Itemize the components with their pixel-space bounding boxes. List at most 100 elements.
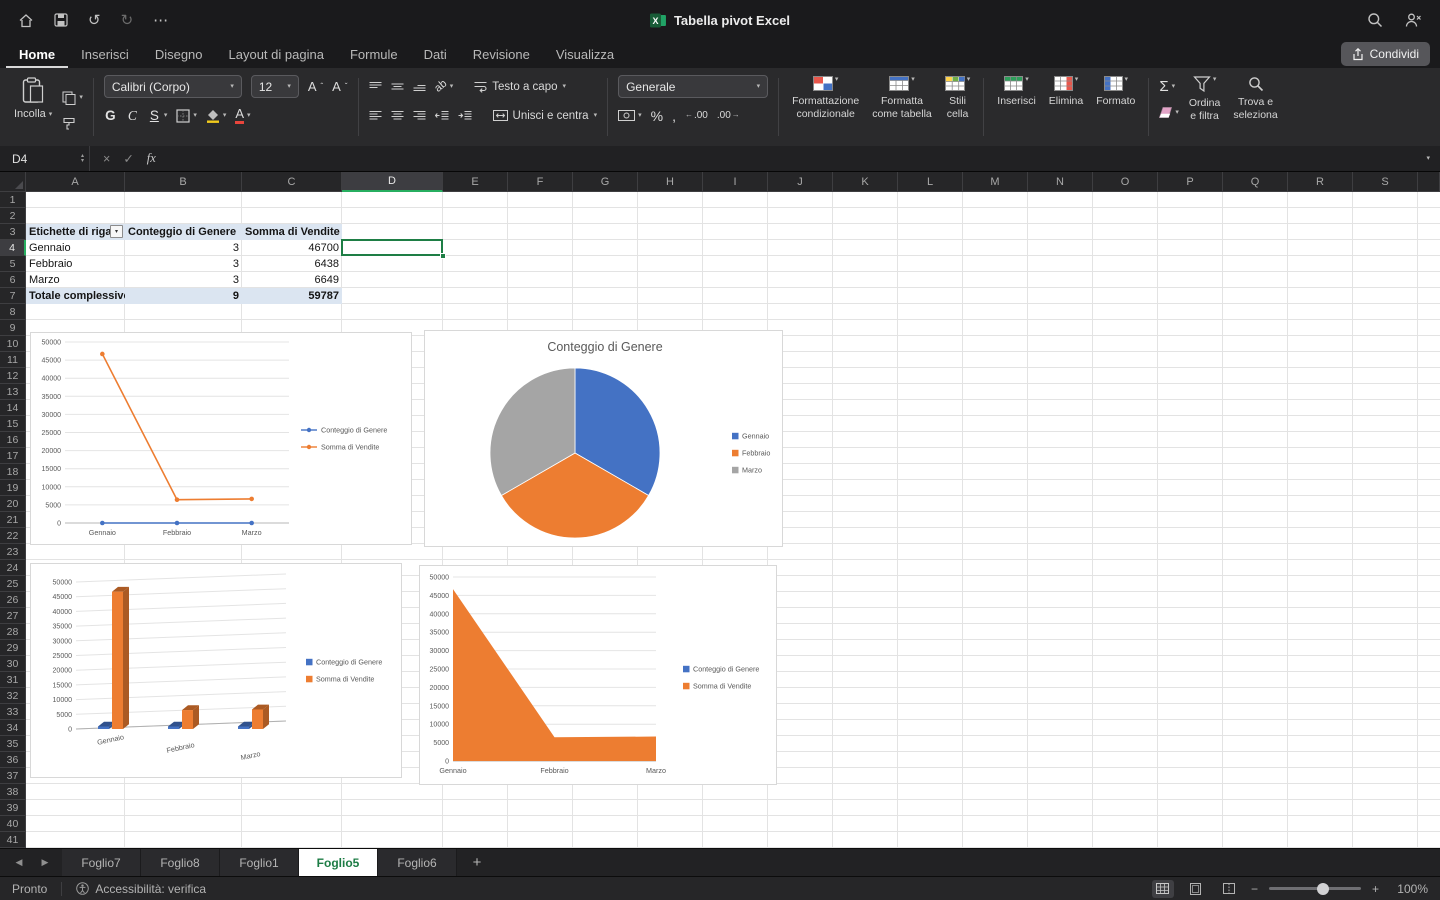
pivot-cell-sum[interactable]: 6438 — [242, 256, 342, 272]
tab-layout-di-pagina[interactable]: Layout di pagina — [216, 40, 337, 68]
chart-pie[interactable]: Conteggio di GenereGennaioFebbraioMarzo — [424, 330, 783, 547]
align-top-button[interactable] — [369, 81, 382, 92]
cell-styles-button[interactable]: ▾ Stilicella — [942, 75, 974, 121]
confirm-formula-button[interactable]: ✓ — [123, 151, 133, 166]
row-header-17[interactable]: 17 — [0, 448, 26, 464]
add-sheet-button[interactable]: + — [457, 849, 497, 876]
column-header-n[interactable]: N — [1028, 172, 1093, 192]
align-right-button[interactable] — [413, 110, 426, 121]
row-header-8[interactable]: 8 — [0, 304, 26, 320]
row-header-40[interactable]: 40 — [0, 816, 26, 832]
tab-visualizza[interactable]: Visualizza — [543, 40, 627, 68]
sheet-tab-foglio5[interactable]: Foglio5 — [299, 849, 378, 876]
row-header-2[interactable]: 2 — [0, 208, 26, 224]
pivot-total-count[interactable]: 9 — [125, 288, 242, 304]
increase-decimal-button[interactable]: ←.00 — [685, 110, 708, 121]
row-header-29[interactable]: 29 — [0, 640, 26, 656]
row-header-15[interactable]: 15 — [0, 416, 26, 432]
number-format-select[interactable]: Generale▾ — [618, 75, 768, 98]
pivot-header-count[interactable]: Conteggio di Genere — [125, 224, 242, 240]
insert-function-button[interactable]: fx — [147, 151, 156, 166]
row-header-39[interactable]: 39 — [0, 800, 26, 816]
column-header-e[interactable]: E — [443, 172, 508, 192]
select-all-button[interactable] — [0, 172, 26, 192]
row-header-7[interactable]: 7 — [0, 288, 26, 304]
pivot-header-sum[interactable]: Somma di Vendite — [242, 224, 342, 240]
row-header-32[interactable]: 32 — [0, 688, 26, 704]
sheet-tab-foglio7[interactable]: Foglio7 — [62, 849, 141, 876]
column-header-b[interactable]: B — [125, 172, 242, 192]
row-header-1[interactable]: 1 — [0, 192, 26, 208]
font-name-select[interactable]: Calibri (Corpo)▾ — [104, 75, 242, 98]
align-bottom-button[interactable] — [413, 81, 426, 92]
row-header-36[interactable]: 36 — [0, 752, 26, 768]
row-header-9[interactable]: 9 — [0, 320, 26, 336]
zoom-out-button[interactable]: − — [1251, 882, 1258, 896]
column-header-c[interactable]: C — [242, 172, 342, 192]
borders-button[interactable]: ▾ — [176, 109, 197, 123]
pivot-cell-sum[interactable]: 46700 — [242, 240, 342, 256]
accounting-format-button[interactable]: ▾ — [618, 110, 642, 121]
italic-button[interactable]: C — [126, 108, 139, 124]
column-header-m[interactable]: M — [963, 172, 1028, 192]
conditional-formatting-button[interactable]: ▾ Formattazionecondizionale — [789, 75, 862, 121]
sort-filter-button[interactable]: ▾ Ordinae filtra — [1186, 75, 1224, 123]
fill-handle[interactable] — [440, 253, 446, 259]
row-header-3[interactable]: 3 — [0, 224, 26, 240]
cancel-formula-button[interactable]: × — [103, 152, 110, 166]
row-header-25[interactable]: 25 — [0, 576, 26, 592]
spreadsheet-grid[interactable]: ABCDEFGHIJKLMNOPQRS123456789101112131415… — [0, 172, 1440, 848]
tab-formule[interactable]: Formule — [337, 40, 411, 68]
tab-disegno[interactable]: Disegno — [142, 40, 216, 68]
zoom-slider[interactable] — [1269, 882, 1361, 896]
row-header-35[interactable]: 35 — [0, 736, 26, 752]
pivot-cell-label[interactable]: Marzo — [26, 272, 125, 288]
insert-cells-button[interactable]: ▾ Inserisci — [994, 75, 1039, 109]
align-middle-button[interactable] — [391, 81, 404, 92]
pivot-cell-count[interactable]: 3 — [125, 272, 242, 288]
row-header-18[interactable]: 18 — [0, 464, 26, 480]
pivot-cell-label[interactable]: Gennaio — [26, 240, 125, 256]
sheet-nav-left[interactable]: ◀ — [6, 857, 32, 868]
tab-home[interactable]: Home — [6, 40, 68, 68]
page-break-view-button[interactable] — [1218, 880, 1240, 898]
row-header-14[interactable]: 14 — [0, 400, 26, 416]
search-icon[interactable] — [1367, 12, 1383, 28]
fill-color-button[interactable]: ▾ — [206, 109, 227, 123]
column-header-q[interactable]: Q — [1223, 172, 1288, 192]
row-header-22[interactable]: 22 — [0, 528, 26, 544]
column-header-s[interactable]: S — [1353, 172, 1418, 192]
paste-button[interactable]: Incolla▾ — [14, 75, 52, 142]
row-header-16[interactable]: 16 — [0, 432, 26, 448]
row-header-37[interactable]: 37 — [0, 768, 26, 784]
chart-line[interactable]: 0500010000150002000025000300003500040000… — [30, 332, 412, 545]
increase-indent-button[interactable] — [458, 110, 472, 121]
copy-button[interactable]: ▾ — [62, 91, 83, 105]
column-header-g[interactable]: G — [573, 172, 638, 192]
column-header-h[interactable]: H — [638, 172, 703, 192]
row-header-11[interactable]: 11 — [0, 352, 26, 368]
row-header-26[interactable]: 26 — [0, 592, 26, 608]
column-header-a[interactable]: A — [26, 172, 125, 192]
sheet-tab-foglio6[interactable]: Foglio6 — [378, 849, 457, 876]
row-header-19[interactable]: 19 — [0, 480, 26, 496]
column-header-k[interactable]: K — [833, 172, 898, 192]
decrease-indent-button[interactable] — [435, 110, 449, 121]
align-left-button[interactable] — [369, 110, 382, 121]
merge-center-button[interactable]: Unisci e centra ▾ — [493, 110, 598, 122]
comma-style-button[interactable]: , — [672, 109, 676, 123]
tab-dati[interactable]: Dati — [411, 40, 460, 68]
zoom-slider-thumb[interactable] — [1317, 883, 1329, 895]
pivot-cell-count[interactable]: 3 — [125, 256, 242, 272]
orientation-button[interactable]: ab▾ — [435, 81, 454, 92]
column-header-o[interactable]: O — [1093, 172, 1158, 192]
row-header-12[interactable]: 12 — [0, 368, 26, 384]
row-header-30[interactable]: 30 — [0, 656, 26, 672]
pivot-cell-count[interactable]: 3 — [125, 240, 242, 256]
accessibility-status[interactable]: Accessibilità: verifica — [76, 882, 206, 896]
home-icon[interactable] — [18, 13, 34, 28]
font-color-button[interactable]: A ▾ — [235, 107, 250, 124]
row-header-38[interactable]: 38 — [0, 784, 26, 800]
row-header-23[interactable]: 23 — [0, 544, 26, 560]
sheet-tab-foglio8[interactable]: Foglio8 — [141, 849, 220, 876]
